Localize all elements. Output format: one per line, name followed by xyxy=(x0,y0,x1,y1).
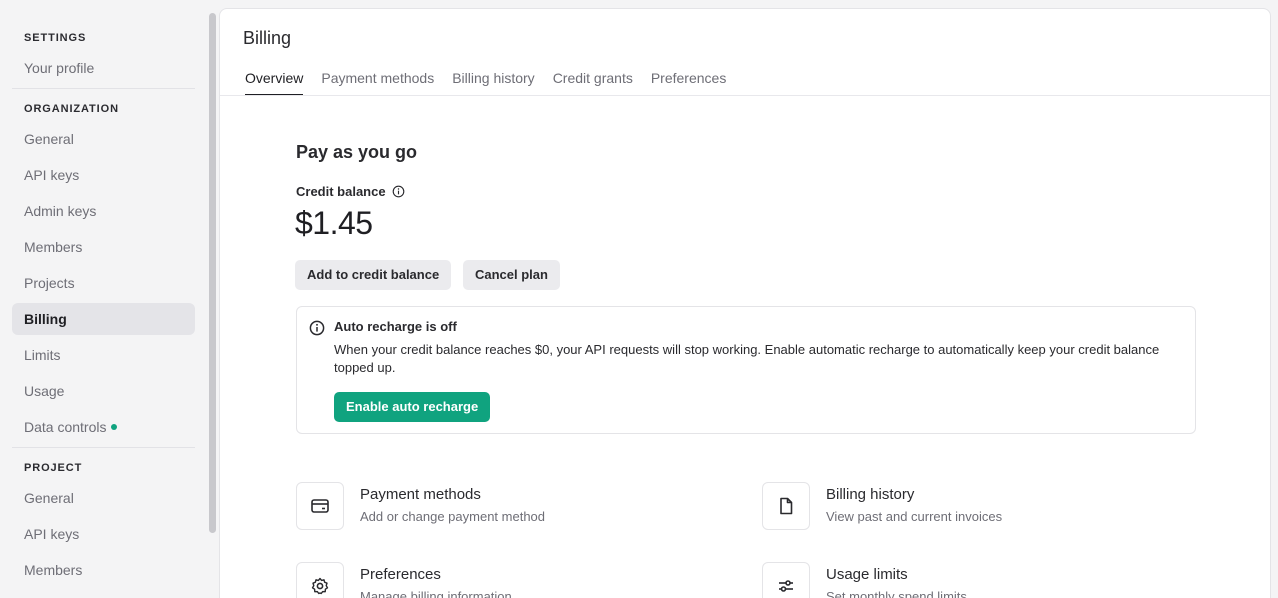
card-usage-limits[interactable]: Usage limits Set monthly spend limits xyxy=(762,562,967,598)
document-icon xyxy=(762,482,810,530)
notice-title: Auto recharge is off xyxy=(334,319,457,334)
card-title: Usage limits xyxy=(826,566,908,583)
plan-title: Pay as you go xyxy=(296,142,418,162)
info-icon[interactable] xyxy=(392,185,405,198)
sidebar-item-label: Limits xyxy=(24,347,61,363)
auto-recharge-notice: Auto recharge is off When your credit ba… xyxy=(296,306,1196,434)
sidebar-item-project-api-keys[interactable]: API keys xyxy=(12,518,195,550)
sidebar-item-limits[interactable]: Limits xyxy=(12,339,195,371)
sidebar-item-label: Members xyxy=(24,239,83,255)
tab-bar: Overview Payment methods Billing history… xyxy=(245,65,1270,96)
credit-balance-value: $1.45 xyxy=(295,205,373,241)
sidebar-item-your-profile[interactable]: Your profile xyxy=(12,52,195,84)
card-title: Preferences xyxy=(360,566,441,583)
sidebar-item-label: Members xyxy=(24,562,83,578)
tab-divider xyxy=(220,95,1270,96)
sliders-icon xyxy=(762,562,810,598)
gear-icon xyxy=(296,562,344,598)
sidebar-item-data-controls[interactable]: Data controls xyxy=(12,411,195,443)
status-dot xyxy=(111,424,118,430)
sidebar-item-project-general[interactable]: General xyxy=(12,482,195,514)
sidebar-item-admin-keys[interactable]: Admin keys xyxy=(12,195,195,227)
notice-body: When your credit balance reaches $0, you… xyxy=(334,342,1160,375)
sidebar-item-label: Admin keys xyxy=(24,203,97,219)
tab-overview[interactable]: Overview xyxy=(245,65,304,96)
sidebar-section-organization: ORGANIZATION xyxy=(24,103,119,115)
sidebar-item-project-members[interactable]: Members xyxy=(12,554,195,586)
info-icon xyxy=(309,320,325,341)
sidebar-item-label: API keys xyxy=(24,167,80,183)
sidebar-scrollbar[interactable] xyxy=(209,13,216,533)
sidebar-item-label: API keys xyxy=(24,526,80,542)
sidebar-section-settings: SETTINGS xyxy=(24,32,87,44)
sidebar-item-api-keys[interactable]: API keys xyxy=(12,159,195,191)
card-subtitle: Manage billing information xyxy=(360,589,512,598)
card-title: Billing history xyxy=(826,486,915,503)
card-subtitle: View past and current invoices xyxy=(826,509,1003,524)
sidebar-item-usage[interactable]: Usage xyxy=(12,375,195,407)
cancel-plan-button[interactable]: Cancel plan xyxy=(463,260,560,290)
sidebar-item-billing[interactable]: Billing xyxy=(12,303,195,335)
credit-card-icon xyxy=(296,482,344,530)
credit-balance-label: Credit balance xyxy=(296,184,405,199)
sidebar-item-general[interactable]: General xyxy=(12,123,195,155)
sidebar-item-label: Your profile xyxy=(24,60,95,76)
card-preferences[interactable]: Preferences Manage billing information xyxy=(296,562,512,598)
card-subtitle: Add or change payment method xyxy=(360,509,546,524)
sidebar: SETTINGS Your profile ORGANIZATION Gener… xyxy=(0,0,207,598)
main-panel: Billing Overview Payment methods Billing… xyxy=(219,8,1271,598)
card-billing-history[interactable]: Billing history View past and current in… xyxy=(762,482,1002,530)
tab-preferences[interactable]: Preferences xyxy=(651,65,726,96)
card-payment-methods[interactable]: Payment methods Add or change payment me… xyxy=(296,482,545,530)
page-title: Billing xyxy=(243,28,292,48)
sidebar-section-project: PROJECT xyxy=(24,462,83,474)
sidebar-item-label: Data controls xyxy=(24,419,107,435)
add-credit-button[interactable]: Add to credit balance xyxy=(295,260,452,290)
enable-auto-recharge-button[interactable]: Enable auto recharge xyxy=(334,392,491,422)
card-subtitle: Set monthly spend limits xyxy=(826,589,967,598)
tab-billing-history[interactable]: Billing history xyxy=(452,65,534,96)
tab-payment-methods[interactable]: Payment methods xyxy=(321,65,434,96)
sidebar-item-members[interactable]: Members xyxy=(12,231,195,263)
sidebar-item-label: Usage xyxy=(24,383,65,399)
sidebar-item-label: General xyxy=(24,131,74,147)
sidebar-item-label: Billing xyxy=(24,311,67,327)
tab-credit-grants[interactable]: Credit grants xyxy=(553,65,633,96)
card-title: Payment methods xyxy=(360,486,481,503)
sidebar-item-label: Projects xyxy=(24,275,75,291)
credit-balance-text: Credit balance xyxy=(296,184,386,199)
sidebar-item-label: General xyxy=(24,490,74,506)
sidebar-item-projects[interactable]: Projects xyxy=(12,267,195,299)
